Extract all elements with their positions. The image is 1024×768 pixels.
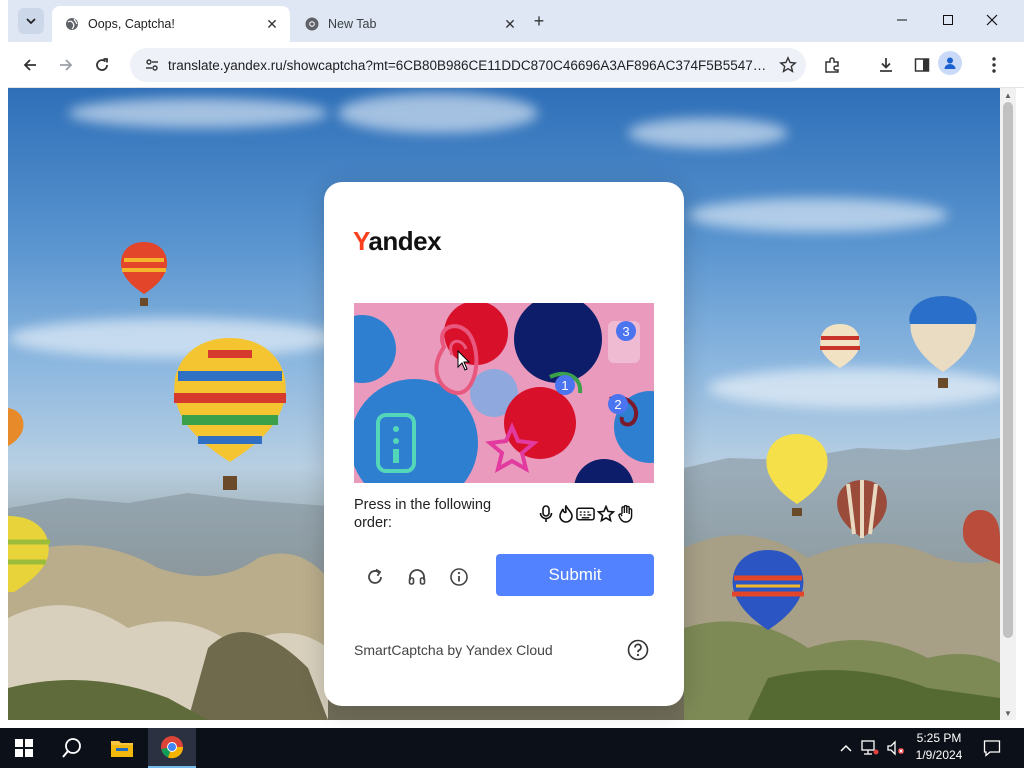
forward-icon [60,59,73,71]
scroll-up-icon[interactable]: ▲ [1000,88,1016,102]
chevron-down-icon [26,18,36,25]
bookmark-star-icon[interactable] [770,48,806,82]
order-marker-1: 1 [561,378,568,393]
hot-air-balloon [962,510,1000,564]
info-icon [450,568,468,586]
reload-icon [96,58,108,71]
show-hidden-icons-button[interactable] [836,728,856,768]
help-button[interactable] [626,638,650,662]
site-info-icon[interactable] [136,48,168,82]
extensions-icon [825,57,839,73]
hot-air-balloon [8,516,50,592]
hot-air-balloon [8,408,24,446]
hand-icon [616,504,635,524]
clock-date: 1/9/2024 [915,748,963,762]
refresh-icon [368,568,382,584]
star-icon [596,504,615,524]
tab-oops-captcha[interactable]: Oops, Captcha! ✕ [52,6,290,42]
chrome-taskbar-button[interactable] [148,728,196,768]
audio-captcha-button[interactable] [402,562,432,592]
minimize-icon [897,19,907,21]
volume-muted-icon [887,740,904,756]
side-panel-icon [914,58,930,72]
maximize-icon [943,15,953,25]
reload-button[interactable] [88,51,116,79]
start-button[interactable] [0,728,48,768]
close-icon [986,14,998,26]
file-explorer-button[interactable] [98,728,146,768]
plus-icon: + [533,10,545,31]
extensions-button[interactable] [818,51,846,79]
captcha-card: Yandex 1 2 3 Press in the following orde… [324,182,684,706]
order-marker-2: 2 [614,397,621,412]
volume-tray-icon[interactable] [884,728,908,768]
headphones-icon [408,569,426,585]
browser-toolbar: translate.yandex.ru/showcaptcha?mt=6CB80… [8,42,1024,88]
tab-search-button[interactable] [18,8,44,34]
fire-icon [556,504,575,524]
scroll-down-icon[interactable]: ▼ [1000,706,1016,720]
back-button[interactable] [16,51,44,79]
browser-window: Oops, Captcha! ✕ New Tab ✕ + translate.y… [0,0,1024,728]
order-instruction: Press in the following order: [354,497,492,531]
search-icon [62,738,81,758]
hot-air-balloon [732,550,804,630]
order-marker-3: 3 [622,324,629,339]
chevron-up-icon [840,744,852,752]
hot-air-balloon [820,324,860,368]
maximize-button[interactable] [926,6,970,34]
profile-icon [944,57,956,69]
tab-strip: Oops, Captcha! ✕ New Tab ✕ + [8,0,1024,42]
network-icon [861,740,879,755]
submit-button[interactable]: Submit [496,554,654,596]
notifications-button[interactable] [978,728,1006,768]
forward-button[interactable] [52,51,80,79]
network-tray-icon[interactable] [858,728,882,768]
microphone-icon [536,504,555,524]
close-tab-icon[interactable]: ✕ [262,14,282,34]
address-bar[interactable]: translate.yandex.ru/showcaptcha?mt=6CB80… [130,48,806,82]
file-explorer-icon [111,741,133,757]
smartcaptcha-footer: SmartCaptcha by Yandex Cloud [354,642,553,658]
tab-title: Oops, Captcha! [88,17,175,31]
close-tab-icon[interactable]: ✕ [500,14,520,34]
page-scrollbar[interactable]: ▲ ▼ [1000,88,1016,720]
refresh-captcha-button[interactable] [360,562,390,592]
hot-air-balloon [909,296,977,388]
system-clock[interactable]: 5:25 PM 1/9/2024 [908,730,970,766]
download-button[interactable] [872,51,900,79]
scrollbar-thumb[interactable] [1003,102,1013,638]
url-text[interactable]: translate.yandex.ru/showcaptcha?mt=6CB80… [168,58,770,73]
chrome-icon [304,16,320,32]
order-icon-sequence [536,503,636,525]
windows-taskbar: 5:25 PM 1/9/2024 [0,728,1024,768]
hot-air-balloon [120,242,168,306]
minimize-button[interactable] [880,6,924,34]
keyboard-icon [576,504,595,524]
chrome-icon [161,736,184,759]
download-icon [880,58,892,72]
new-tab-button[interactable]: + [528,10,550,32]
back-icon [23,59,36,71]
menu-button[interactable] [980,51,1008,79]
tab-title: New Tab [328,17,377,31]
close-window-button[interactable] [970,6,1014,34]
clock-time: 5:25 PM [916,731,962,745]
profile-button[interactable] [938,51,962,75]
help-icon [627,639,649,661]
hot-air-balloon [174,338,286,490]
menu-icon [992,57,996,73]
hot-air-balloon [837,480,887,538]
search-button[interactable] [48,728,96,768]
tab-new-tab[interactable]: New Tab ✕ [292,6,528,42]
windows-start-icon [15,739,33,757]
notification-icon [983,740,1001,757]
globe-icon [64,16,80,32]
yandex-logo: Yandex [353,226,442,256]
side-panel-button[interactable] [908,51,936,79]
hot-air-balloon [766,434,828,516]
info-button[interactable] [444,562,474,592]
captcha-image[interactable]: 1 2 3 [354,303,654,483]
